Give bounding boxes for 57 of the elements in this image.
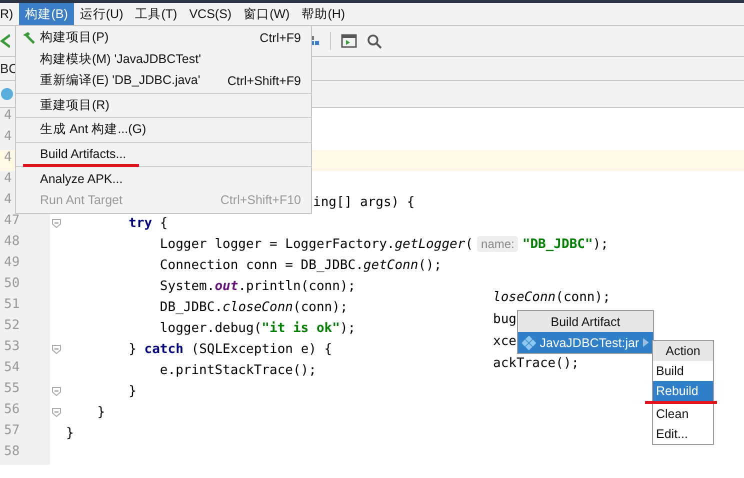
code-line: try { [128,216,168,231]
code-line: e.printStackTrace(); [158,363,316,378]
code-line: loseConn(conn); [493,290,610,304]
menu-item[interactable]: 构建项目(P) Ctrl+F9 [16,27,311,48]
menu-item[interactable]: Build Artifacts... [16,144,311,165]
fold-icon[interactable] [52,345,60,354]
menu-item[interactable]: 构建模块(M) 'JavaJDBCTest' [16,48,311,70]
menu-item[interactable]: 帮助(H) [296,3,352,25]
code-line: xce [493,334,516,348]
line-number: 56 [0,402,50,423]
line-number: 53 [0,339,50,360]
annotation-underline [645,401,717,404]
code-line: logger.debug("it is ok"); [158,321,356,336]
menu-item[interactable]: 构建(B) [19,3,74,25]
code-line: Connection conn = DB_JDBC.getConn(); [158,258,442,273]
popup-title: Build Artifact [518,311,653,332]
line-number: 47 [0,213,50,234]
hammer-icon [21,30,35,45]
line-number: 54 [0,360,50,381]
artifact-item[interactable]: JavaJDBCTest:jar [518,332,653,353]
code-line: DB_JDBC.closeConn(conn); [158,300,348,315]
line-number: 49 [0,255,50,276]
code-line: } catch (SQLException e) { [128,342,332,357]
fold-icon[interactable] [52,408,60,417]
submenu-arrow-icon [643,338,649,347]
code-line: bug [493,312,516,326]
menu-item[interactable]: 重建项目(R) [16,94,311,116]
code-line: } [66,426,74,441]
code-line: Logger logger = LoggerFactory.getLogger( name: "DB_JDBC"); [158,237,608,252]
terminal-icon[interactable] [341,34,357,48]
code-line: ing[] args) { [313,195,415,210]
popup-title: Action [653,341,713,361]
circle-icon [0,87,14,101]
menu-item[interactable]: 生成 Ant 构建...(G) [16,119,311,140]
menu-item[interactable]: R) [0,3,20,25]
code-line: System.out.println(conn); [158,279,356,294]
line-number: 52 [0,318,50,339]
menu-item[interactable]: 窗口(W) [238,3,296,25]
menu-item[interactable]: 重新编译(E) 'DB_JDBC.java' Ctrl+Shift+F9 [16,70,311,92]
line-number: 55 [0,381,50,402]
fold-icon[interactable] [52,219,60,228]
line-number: 48 [0,234,50,255]
search-icon[interactable] [367,34,382,48]
code-line: ackTrace(); [493,356,580,370]
action-item[interactable]: Rebuild [653,381,713,401]
line-number: 57 [0,423,50,444]
diamond-icon [522,336,536,350]
parameter-hint: name: [477,236,518,252]
code-line: } [128,384,136,399]
menu-item[interactable]: 工具(T) [129,3,184,25]
menu-item[interactable]: 运行(U) [74,3,130,25]
code-line: } [96,405,106,420]
line-number: 51 [0,297,50,318]
line-number: 50 [0,276,50,297]
menu-item[interactable]: VCS(S) [183,3,238,25]
fold-icon[interactable] [52,387,60,396]
line-number: 58 [0,444,50,465]
